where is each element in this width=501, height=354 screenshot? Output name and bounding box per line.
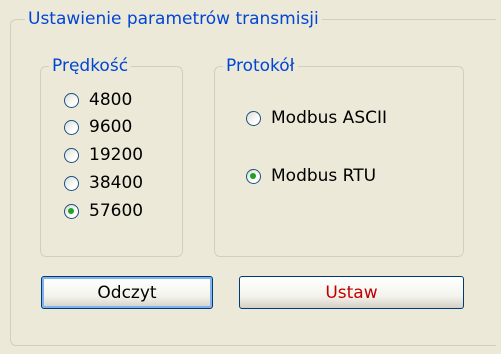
radio-button[interactable]	[64, 147, 79, 163]
speed-group-title: Prędkość	[49, 55, 132, 77]
speed-option-57600[interactable]: 57600	[64, 201, 143, 221]
protocol-option-label: Modbus RTU	[271, 166, 377, 186]
speed-option-label: 38400	[89, 173, 144, 193]
radio-button-selected[interactable]	[64, 203, 79, 219]
speed-option-label: 4800	[89, 90, 133, 110]
protocol-option-modbus-rtu[interactable]: Modbus RTU	[246, 166, 376, 186]
radio-button[interactable]	[64, 92, 79, 108]
radio-button-selected[interactable]	[246, 168, 261, 184]
radio-button[interactable]	[64, 175, 79, 191]
speed-option-38400[interactable]: 38400	[64, 173, 143, 193]
speed-option-9600[interactable]: 9600	[64, 117, 132, 137]
protocol-option-label: Modbus ASCII	[271, 108, 388, 128]
protocol-option-modbus-ascii[interactable]: Modbus ASCII	[246, 108, 387, 128]
radio-button[interactable]	[246, 110, 261, 126]
transmission-settings-title: Ustawienie parametrów transmisji	[25, 8, 322, 30]
read-button[interactable]: Odczyt	[41, 276, 213, 309]
speed-option-label: 9600	[89, 117, 133, 137]
speed-option-label: 57600	[89, 201, 144, 221]
set-button[interactable]: Ustaw	[239, 276, 464, 309]
speed-option-19200[interactable]: 19200	[64, 145, 143, 165]
radio-button[interactable]	[64, 119, 79, 135]
speed-option-4800[interactable]: 4800	[64, 90, 132, 110]
protocol-group-title: Protokół	[223, 55, 298, 77]
protocol-group: Protokół	[214, 55, 464, 257]
speed-option-label: 19200	[89, 145, 144, 165]
